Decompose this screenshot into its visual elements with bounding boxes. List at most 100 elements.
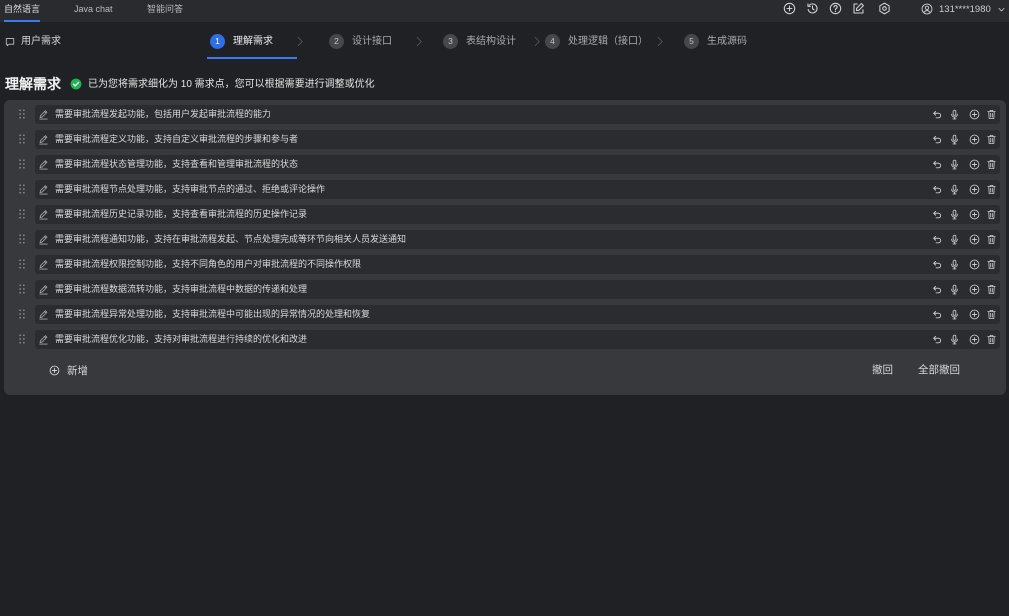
requirement-item[interactable]: 需要审批流程发起功能，包括用户发起审批流程的能力 xyxy=(35,105,1000,124)
microphone-icon[interactable] xyxy=(949,184,960,195)
add-requirement-button[interactable]: 新增 xyxy=(49,363,88,377)
drag-handle-icon[interactable] xyxy=(16,158,28,170)
drag-handle-icon[interactable] xyxy=(16,208,28,220)
add-circle-icon[interactable] xyxy=(969,184,980,195)
requirement-text[interactable]: 需要审批流程权限控制功能，支持不同角色的用户对审批流程的不同操作权限 xyxy=(55,255,915,274)
undo-icon[interactable] xyxy=(932,159,943,170)
add-circle-icon[interactable] xyxy=(969,284,980,295)
requirement-text[interactable]: 需要审批流程异常处理功能，支持审批流程中可能出现的异常情况的处理和恢复 xyxy=(55,305,915,324)
requirement-text[interactable]: 需要审批流程节点处理功能，支持审批节点的通过、拒绝或评论操作 xyxy=(55,180,915,199)
undo-icon[interactable] xyxy=(932,184,943,195)
undo-icon[interactable] xyxy=(932,259,943,270)
requirement-row: 需要审批流程状态管理功能，支持查看和管理审批流程的状态 xyxy=(4,155,1006,174)
trash-icon[interactable] xyxy=(986,334,997,345)
drag-handle-icon[interactable] xyxy=(16,283,28,295)
drag-handle-icon[interactable] xyxy=(16,258,28,270)
step-5-number[interactable]: 5 xyxy=(684,34,699,49)
edit-icon[interactable] xyxy=(852,2,865,15)
requirement-item[interactable]: 需要审批流程节点处理功能，支持审批节点的通过、拒绝或评论操作 xyxy=(35,180,1000,199)
undo-all-button[interactable]: 全部撤回 xyxy=(918,363,960,377)
microphone-icon[interactable] xyxy=(949,309,960,320)
trash-icon[interactable] xyxy=(986,259,997,270)
requirement-item[interactable]: 需要审批流程历史记录功能，支持查看审批流程的历史操作记录 xyxy=(35,205,1000,224)
microphone-icon[interactable] xyxy=(949,159,960,170)
trash-icon[interactable] xyxy=(986,309,997,320)
undo-icon[interactable] xyxy=(932,284,943,295)
undo-icon[interactable] xyxy=(932,334,943,345)
requirement-text[interactable]: 需要审批流程历史记录功能，支持查看审批流程的历史操作记录 xyxy=(55,205,915,224)
history-icon[interactable] xyxy=(806,2,819,15)
microphone-icon[interactable] xyxy=(949,284,960,295)
drag-handle-icon[interactable] xyxy=(16,108,28,120)
trash-icon[interactable] xyxy=(986,159,997,170)
undo-icon[interactable] xyxy=(932,234,943,245)
tab-natural-language[interactable]: 自然语言 xyxy=(4,0,41,22)
step-5-label[interactable]: 生成源码 xyxy=(707,35,747,48)
requirement-item[interactable]: 需要审批流程定义功能，支持自定义审批流程的步骤和参与者 xyxy=(35,130,1000,149)
step-3-label[interactable]: 表结构设计 xyxy=(466,35,516,48)
drag-handle-icon[interactable] xyxy=(16,183,28,195)
add-circle-icon[interactable] xyxy=(969,109,980,120)
step-2-label[interactable]: 设计接口 xyxy=(352,35,392,48)
step-3-number[interactable]: 3 xyxy=(443,34,458,49)
step-4-number[interactable]: 4 xyxy=(545,34,560,49)
undo-icon[interactable] xyxy=(932,309,943,320)
trash-icon[interactable] xyxy=(986,234,997,245)
user-menu[interactable]: 131****1980 xyxy=(921,1,1006,17)
step-4-label[interactable]: 处理逻辑（接口） xyxy=(568,35,648,48)
requirement-text[interactable]: 需要审批流程定义功能，支持自定义审批流程的步骤和参与者 xyxy=(55,130,915,149)
add-circle-icon[interactable] xyxy=(969,259,980,270)
drag-handle-icon[interactable] xyxy=(16,333,28,345)
add-circle-icon[interactable] xyxy=(783,2,796,15)
requirement-item[interactable]: 需要审批流程优化功能，支持对审批流程进行持续的优化和改进 xyxy=(35,330,1000,349)
tab-smart-qa[interactable]: 智能问答 xyxy=(147,0,183,22)
add-circle-icon[interactable] xyxy=(969,134,980,145)
drag-handle-icon[interactable] xyxy=(16,233,28,245)
requirement-row: 需要审批流程优化功能，支持对审批流程进行持续的优化和改进 xyxy=(4,330,1006,349)
add-circle-icon[interactable] xyxy=(969,309,980,320)
microphone-icon[interactable] xyxy=(949,209,960,220)
requirement-item[interactable]: 需要审批流程状态管理功能，支持查看和管理审批流程的状态 xyxy=(35,155,1000,174)
active-step-indicator xyxy=(207,57,297,59)
breadcrumb: 用户需求 xyxy=(5,35,61,48)
step-1-number[interactable]: 1 xyxy=(210,34,225,49)
microphone-icon[interactable] xyxy=(949,234,960,245)
microphone-icon[interactable] xyxy=(949,134,960,145)
requirement-item[interactable]: 需要审批流程通知功能，支持在审批流程发起、节点处理完成等环节向相关人员发送通知 xyxy=(35,230,1000,249)
add-circle-icon[interactable] xyxy=(969,234,980,245)
requirement-item[interactable]: 需要审批流程异常处理功能，支持审批流程中可能出现的异常情况的处理和恢复 xyxy=(35,305,1000,324)
breadcrumb-label: 用户需求 xyxy=(21,36,61,47)
add-circle-icon[interactable] xyxy=(969,159,980,170)
step-2-number[interactable]: 2 xyxy=(329,34,344,49)
settings-icon[interactable] xyxy=(878,2,891,15)
trash-icon[interactable] xyxy=(986,209,997,220)
undo-icon[interactable] xyxy=(932,109,943,120)
tab-java-chat[interactable]: Java chat xyxy=(74,0,113,22)
add-circle-icon[interactable] xyxy=(969,334,980,345)
requirement-text[interactable]: 需要审批流程数据流转功能，支持审批流程中数据的传递和处理 xyxy=(55,280,915,299)
undo-icon[interactable] xyxy=(932,134,943,145)
requirement-row: 需要审批流程历史记录功能，支持查看审批流程的历史操作记录 xyxy=(4,205,1006,224)
chevron-right-icon xyxy=(294,35,306,48)
trash-icon[interactable] xyxy=(986,284,997,295)
microphone-icon[interactable] xyxy=(949,109,960,120)
requirement-item[interactable]: 需要审批流程权限控制功能，支持不同角色的用户对审批流程的不同操作权限 xyxy=(35,255,1000,274)
trash-icon[interactable] xyxy=(986,184,997,195)
trash-icon[interactable] xyxy=(986,134,997,145)
requirement-text[interactable]: 需要审批流程优化功能，支持对审批流程进行持续的优化和改进 xyxy=(55,330,915,349)
help-icon[interactable] xyxy=(829,2,842,15)
microphone-icon[interactable] xyxy=(949,259,960,270)
requirement-item[interactable]: 需要审批流程数据流转功能，支持审批流程中数据的传递和处理 xyxy=(35,280,1000,299)
drag-handle-icon[interactable] xyxy=(16,133,28,145)
undo-icon[interactable] xyxy=(932,209,943,220)
requirement-text[interactable]: 需要审批流程状态管理功能，支持查看和管理审批流程的状态 xyxy=(55,155,915,174)
step-1-label[interactable]: 理解需求 xyxy=(233,35,273,48)
drag-handle-icon[interactable] xyxy=(16,308,28,320)
trash-icon[interactable] xyxy=(986,109,997,120)
pencil-icon xyxy=(38,134,49,145)
requirement-text[interactable]: 需要审批流程通知功能，支持在审批流程发起、节点处理完成等环节向相关人员发送通知 xyxy=(55,230,915,249)
undo-button[interactable]: 撤回 xyxy=(872,363,893,377)
requirement-text[interactable]: 需要审批流程发起功能，包括用户发起审批流程的能力 xyxy=(55,105,915,124)
add-circle-icon[interactable] xyxy=(969,209,980,220)
microphone-icon[interactable] xyxy=(949,334,960,345)
